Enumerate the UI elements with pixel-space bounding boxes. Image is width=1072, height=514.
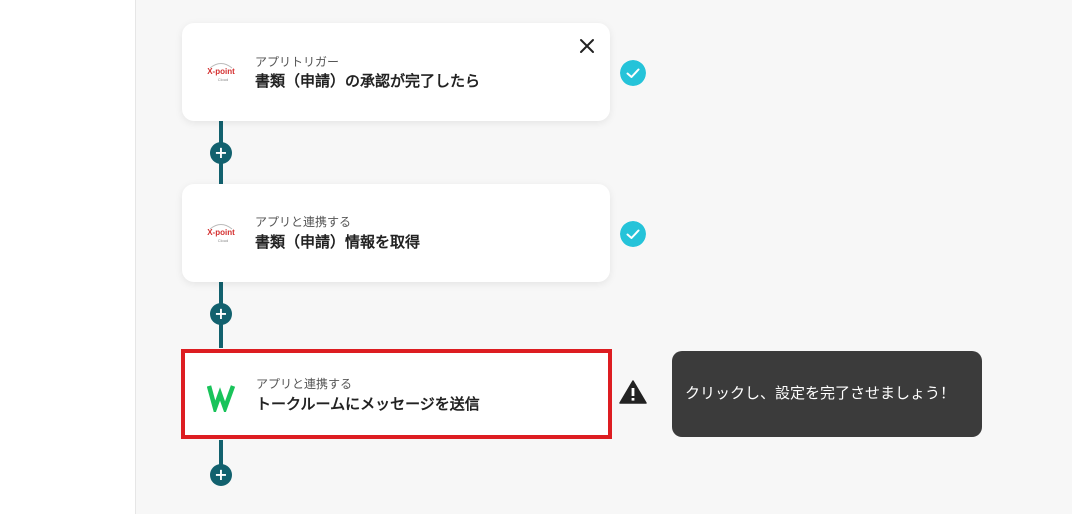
flow-step-card-3[interactable]: アプリと連携する トークルームにメッセージを送信 (181, 349, 612, 439)
add-step-button[interactable]: + (210, 142, 232, 164)
step-subtitle: アプリトリガー (255, 55, 340, 69)
warning-icon (619, 380, 647, 404)
setup-tooltip: クリックし、設定を完了させましょう！ (672, 351, 982, 437)
step-title: 書類（申請）情報を取得 (255, 234, 421, 251)
svg-text:Cloud: Cloud (218, 238, 228, 243)
xpoint-cloud-logo: X-point Cloud (207, 224, 235, 243)
flow-connector (219, 440, 223, 465)
step-subtitle: アプリと連携する (256, 377, 353, 391)
step-subtitle: アプリと連携する (255, 215, 352, 229)
close-icon[interactable] (578, 37, 596, 55)
svg-text:X-point: X-point (207, 67, 235, 76)
add-step-button[interactable]: + (210, 464, 232, 486)
svg-text:X-point: X-point (207, 228, 235, 237)
flow-step-card-1[interactable]: X-point Cloud アプリトリガー 書類（申請）の承認が完了したら (182, 23, 610, 121)
svg-text:Cloud: Cloud (218, 77, 228, 82)
step-title: 書類（申請）の承認が完了したら (255, 73, 481, 90)
check-icon (620, 221, 646, 247)
lineworks-logo (207, 385, 236, 412)
check-icon (620, 60, 646, 86)
add-step-button[interactable]: + (210, 303, 232, 325)
left-panel (0, 0, 136, 514)
step-title: トークルームにメッセージを送信 (256, 396, 480, 413)
xpoint-cloud-logo: X-point Cloud (207, 63, 235, 82)
flow-step-card-2[interactable]: X-point Cloud アプリと連携する 書類（申請）情報を取得 (182, 184, 610, 282)
